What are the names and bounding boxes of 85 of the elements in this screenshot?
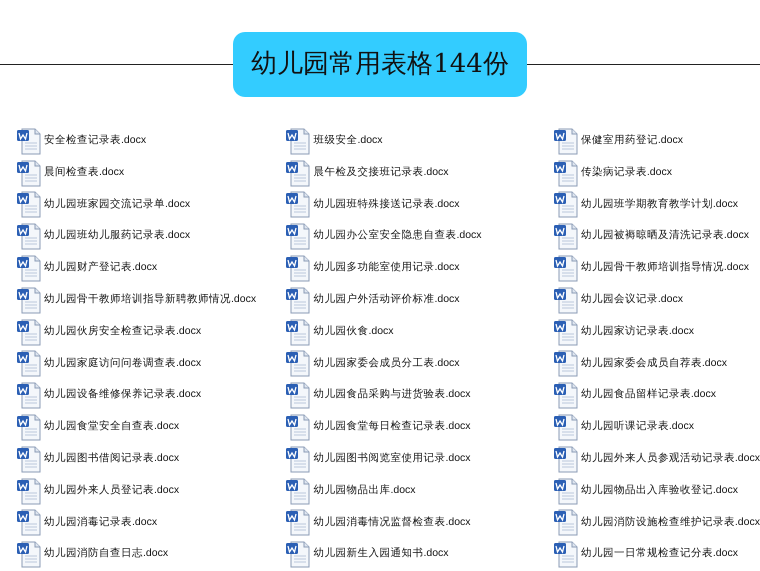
word-document-icon [16,222,42,250]
file-name[interactable]: 幼儿园家访记录表.docx [580,324,694,340]
file-name[interactable]: 幼儿园一日常规检查记分表.docx [580,546,738,562]
word-document-icon [285,508,312,536]
word-document-icon [16,413,42,442]
word-document-icon [16,318,42,346]
file-name[interactable]: 幼儿园食品采购与进货验表.docx [313,387,471,404]
word-document-icon [552,349,579,378]
file-name[interactable]: 幼儿园班幼儿服药记录表.docx [44,228,190,244]
file-name[interactable]: 幼儿园外来人员参观活动记录表.docx [580,450,760,467]
word-document-icon [16,540,42,568]
file-name[interactable]: 幼儿园物品出入库验收登记.docx [580,482,738,499]
word-document-icon [552,190,579,218]
word-document-icon [552,413,579,442]
file-name[interactable]: 幼儿园食堂安全自查表.docx [44,419,180,435]
file-name[interactable]: 传染病记录表.docx [580,164,672,181]
word-document-icon [16,444,42,473]
file-name[interactable]: 幼儿园食品留样记录表.docx [580,387,716,404]
word-document-icon [552,158,579,187]
file-name[interactable]: 幼儿园图书阅览室使用记录.docx [313,450,471,467]
word-document-icon [285,476,312,505]
word-document-icon [16,126,42,155]
word-document-icon [285,444,312,473]
file-name[interactable]: 幼儿园新生入园通知书.docx [313,546,449,562]
word-document-icon [552,540,579,568]
word-document-icon [552,508,579,536]
word-document-icon [552,381,579,410]
file-name[interactable]: 幼儿园伙房安全检查记录表.docx [44,324,202,340]
word-document-icon [552,222,579,250]
file-name[interactable]: 班级安全.docx [313,133,383,149]
word-document-icon [16,190,42,218]
word-document-icon [16,508,42,536]
file-name[interactable]: 幼儿园骨干教师培训指导情况.docx [580,260,749,276]
word-document-icon [285,158,312,187]
word-document-icon [552,318,579,346]
file-name[interactable]: 幼儿园办公室安全隐患自查表.docx [313,228,482,244]
file-name[interactable]: 幼儿园消防设施检查维护记录表.docx [580,514,760,530]
title-banner: 幼儿园常用表格144份 [233,32,527,97]
word-document-icon [16,476,42,505]
file-name[interactable]: 幼儿园消毒情况监督检查表.docx [313,514,471,530]
file-name[interactable]: 幼儿园伙食.docx [313,324,394,340]
word-document-icon [285,413,312,442]
file-name[interactable]: 幼儿园多功能室使用记录.docx [313,260,460,276]
word-document-icon [16,381,42,410]
file-name[interactable]: 晨午检及交接班记录表.docx [313,164,449,181]
file-name[interactable]: 幼儿园家委会成员自荐表.docx [580,356,727,372]
file-name[interactable]: 幼儿园骨干教师培训指导新聘教师情况.docx [44,292,256,308]
word-document-icon [285,540,312,568]
file-name[interactable]: 幼儿园消防自查日志.docx [44,546,168,562]
word-document-icon [285,381,312,410]
word-document-icon [285,254,312,282]
file-name[interactable]: 幼儿园物品出库.docx [313,482,416,499]
file-name[interactable]: 幼儿园被褥晾晒及清洗记录表.docx [580,228,749,244]
word-document-icon [552,286,579,314]
file-name[interactable]: 幼儿园食堂每日检查记录表.docx [313,419,471,435]
file-name[interactable]: 幼儿园会议记录.docx [580,292,683,308]
file-name[interactable]: 幼儿园户外活动评价标准.docx [313,292,460,308]
file-name[interactable]: 幼儿园设备维修保养记录表.docx [44,387,202,404]
word-document-icon [285,126,312,155]
word-document-icon [285,349,312,378]
word-document-icon [285,190,312,218]
word-document-icon [16,254,42,282]
word-document-icon [552,476,579,505]
file-name[interactable]: 幼儿园听课记录表.docx [580,419,694,435]
file-name[interactable]: 幼儿园外来人员登记表.docx [44,482,180,499]
file-name[interactable]: 幼儿园家委会成员分工表.docx [313,356,460,372]
file-name[interactable]: 幼儿园班特殊接送记录表.docx [313,196,460,212]
word-document-icon [16,349,42,378]
file-name[interactable]: 幼儿园班家园交流记录单.docx [44,196,190,212]
word-document-icon [285,222,312,250]
file-name[interactable]: 幼儿园班学期教育教学计划.docx [580,196,738,212]
file-name[interactable]: 幼儿园家庭访问问卷调查表.docx [44,356,202,372]
file-name[interactable]: 安全检查记录表.docx [44,133,146,149]
file-name[interactable]: 保健室用药登记.docx [580,133,683,149]
file-name[interactable]: 幼儿园财产登记表.docx [44,260,158,276]
word-document-icon [16,158,42,187]
word-document-icon [552,126,579,155]
word-document-icon [285,318,312,346]
file-name[interactable]: 幼儿园消毒记录表.docx [44,514,158,530]
word-document-icon [16,286,42,314]
file-name[interactable]: 晨间检查表.docx [44,164,124,181]
file-name[interactable]: 幼儿园图书借阅记录表.docx [44,450,180,467]
word-document-icon [285,286,312,314]
word-document-icon [552,254,579,282]
word-document-icon [552,444,579,473]
